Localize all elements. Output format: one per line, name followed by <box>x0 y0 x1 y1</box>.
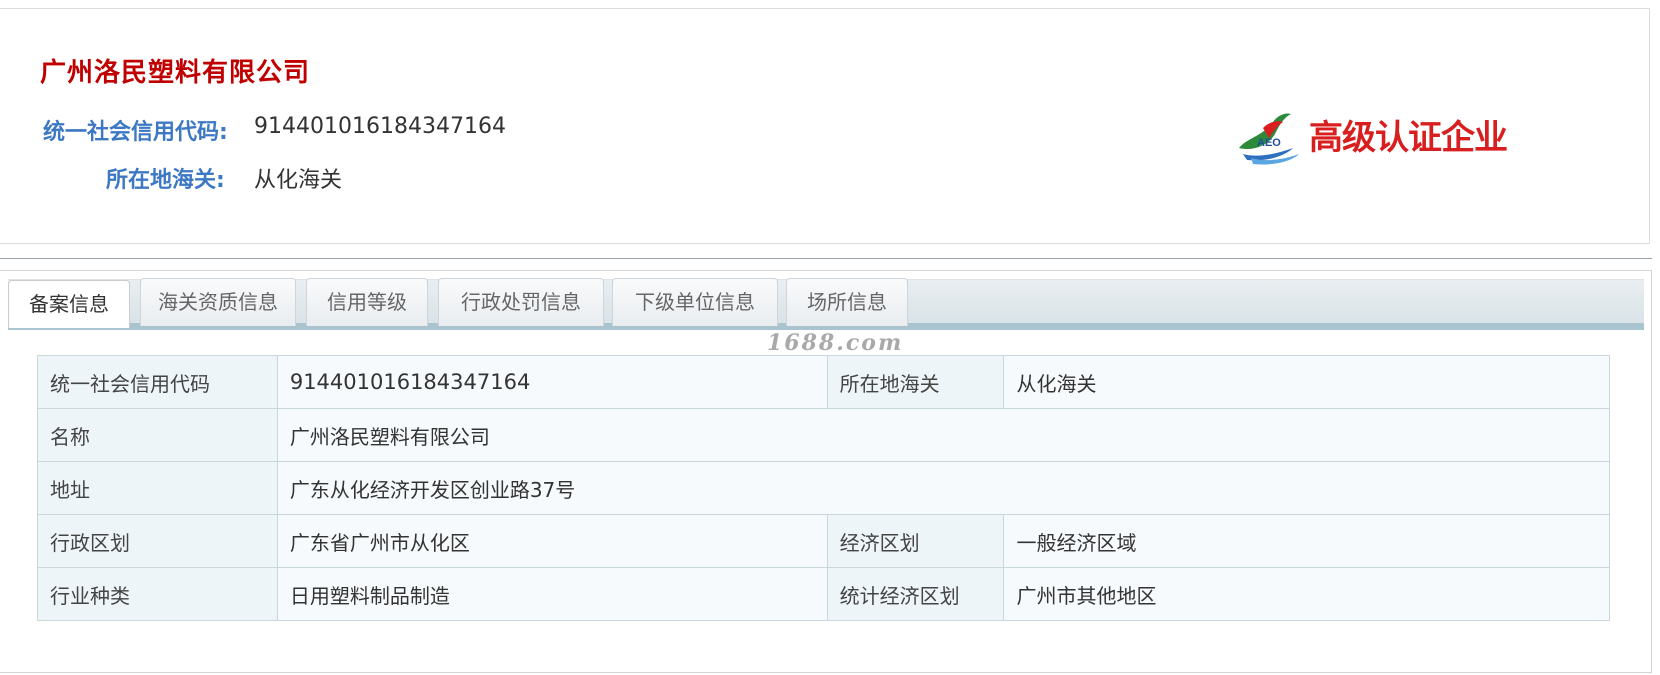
tab-administrative-penalty[interactable]: 行政处罚信息 <box>438 278 604 326</box>
credit-code-value: 914401016184347164 <box>254 114 506 139</box>
table-row: 行业种类 日用塑料制品制造 统计经济区划 广州市其他地区 <box>37 567 1610 621</box>
cell-label: 地址 <box>37 461 278 515</box>
tab-customs-qualification[interactable]: 海关资质信息 <box>140 278 296 326</box>
cell-label: 经济区划 <box>826 514 1005 568</box>
cell-value: 广东从化经济开发区创业路37号 <box>276 461 1611 515</box>
tab-subordinate-units[interactable]: 下级单位信息 <box>612 278 778 326</box>
cell-label: 行业种类 <box>37 567 278 621</box>
cell-value: 广东省广州市从化区 <box>276 514 828 568</box>
table-row: 地址 广东从化经济开发区创业路37号 <box>37 461 1611 515</box>
customs-row: 所在地海关: 从化海关 <box>40 162 640 193</box>
customs-value: 从化海关 <box>254 168 343 193</box>
tab-credit-level[interactable]: 信用等级 <box>306 278 428 326</box>
aeo-badge-title: 高级认证企业 <box>1309 118 1508 158</box>
aeo-badge: AEO 高级认证企业 <box>1233 108 1508 166</box>
cell-value: 广州洛民塑料有限公司 <box>276 408 1611 462</box>
aeo-small-text: AEO <box>1257 137 1281 149</box>
aeo-eagle-logo-icon: AEO <box>1239 113 1299 165</box>
cell-label: 行政区划 <box>37 514 278 568</box>
cell-label: 所在地海关 <box>826 355 1005 409</box>
company-name: 广州洛民塑料有限公司 <box>40 58 311 88</box>
customs-label: 所在地海关: <box>106 168 225 193</box>
cell-label: 统计经济区划 <box>826 567 1005 621</box>
cell-value: 广州市其他地区 <box>1003 567 1610 621</box>
cell-value: 一般经济区域 <box>1003 514 1610 568</box>
table-row: 统一社会信用代码 914401016184347164 所在地海关 从化海关 <box>37 355 1610 409</box>
watermark: 1688.com <box>767 330 904 356</box>
cell-value: 914401016184347164 <box>276 355 828 409</box>
table-row: 名称 广州洛民塑料有限公司 <box>37 408 1611 462</box>
table-row: 行政区划 广东省广州市从化区 经济区划 一般经济区域 <box>37 514 1610 568</box>
filing-info-table: 统一社会信用代码 914401016184347164 所在地海关 从化海关 名… <box>37 355 1611 621</box>
section-divider <box>0 258 1652 259</box>
cell-value: 从化海关 <box>1003 355 1610 409</box>
cell-value: 日用塑料制品制造 <box>276 567 828 621</box>
credit-code-row: 统一社会信用代码: 914401016184347164 <box>40 114 640 145</box>
cell-label: 名称 <box>37 408 278 462</box>
tab-site-info[interactable]: 场所信息 <box>786 278 908 326</box>
cell-label: 统一社会信用代码 <box>37 355 278 409</box>
tab-filing-info[interactable]: 备案信息 <box>8 280 130 328</box>
credit-code-label: 统一社会信用代码: <box>43 120 228 145</box>
